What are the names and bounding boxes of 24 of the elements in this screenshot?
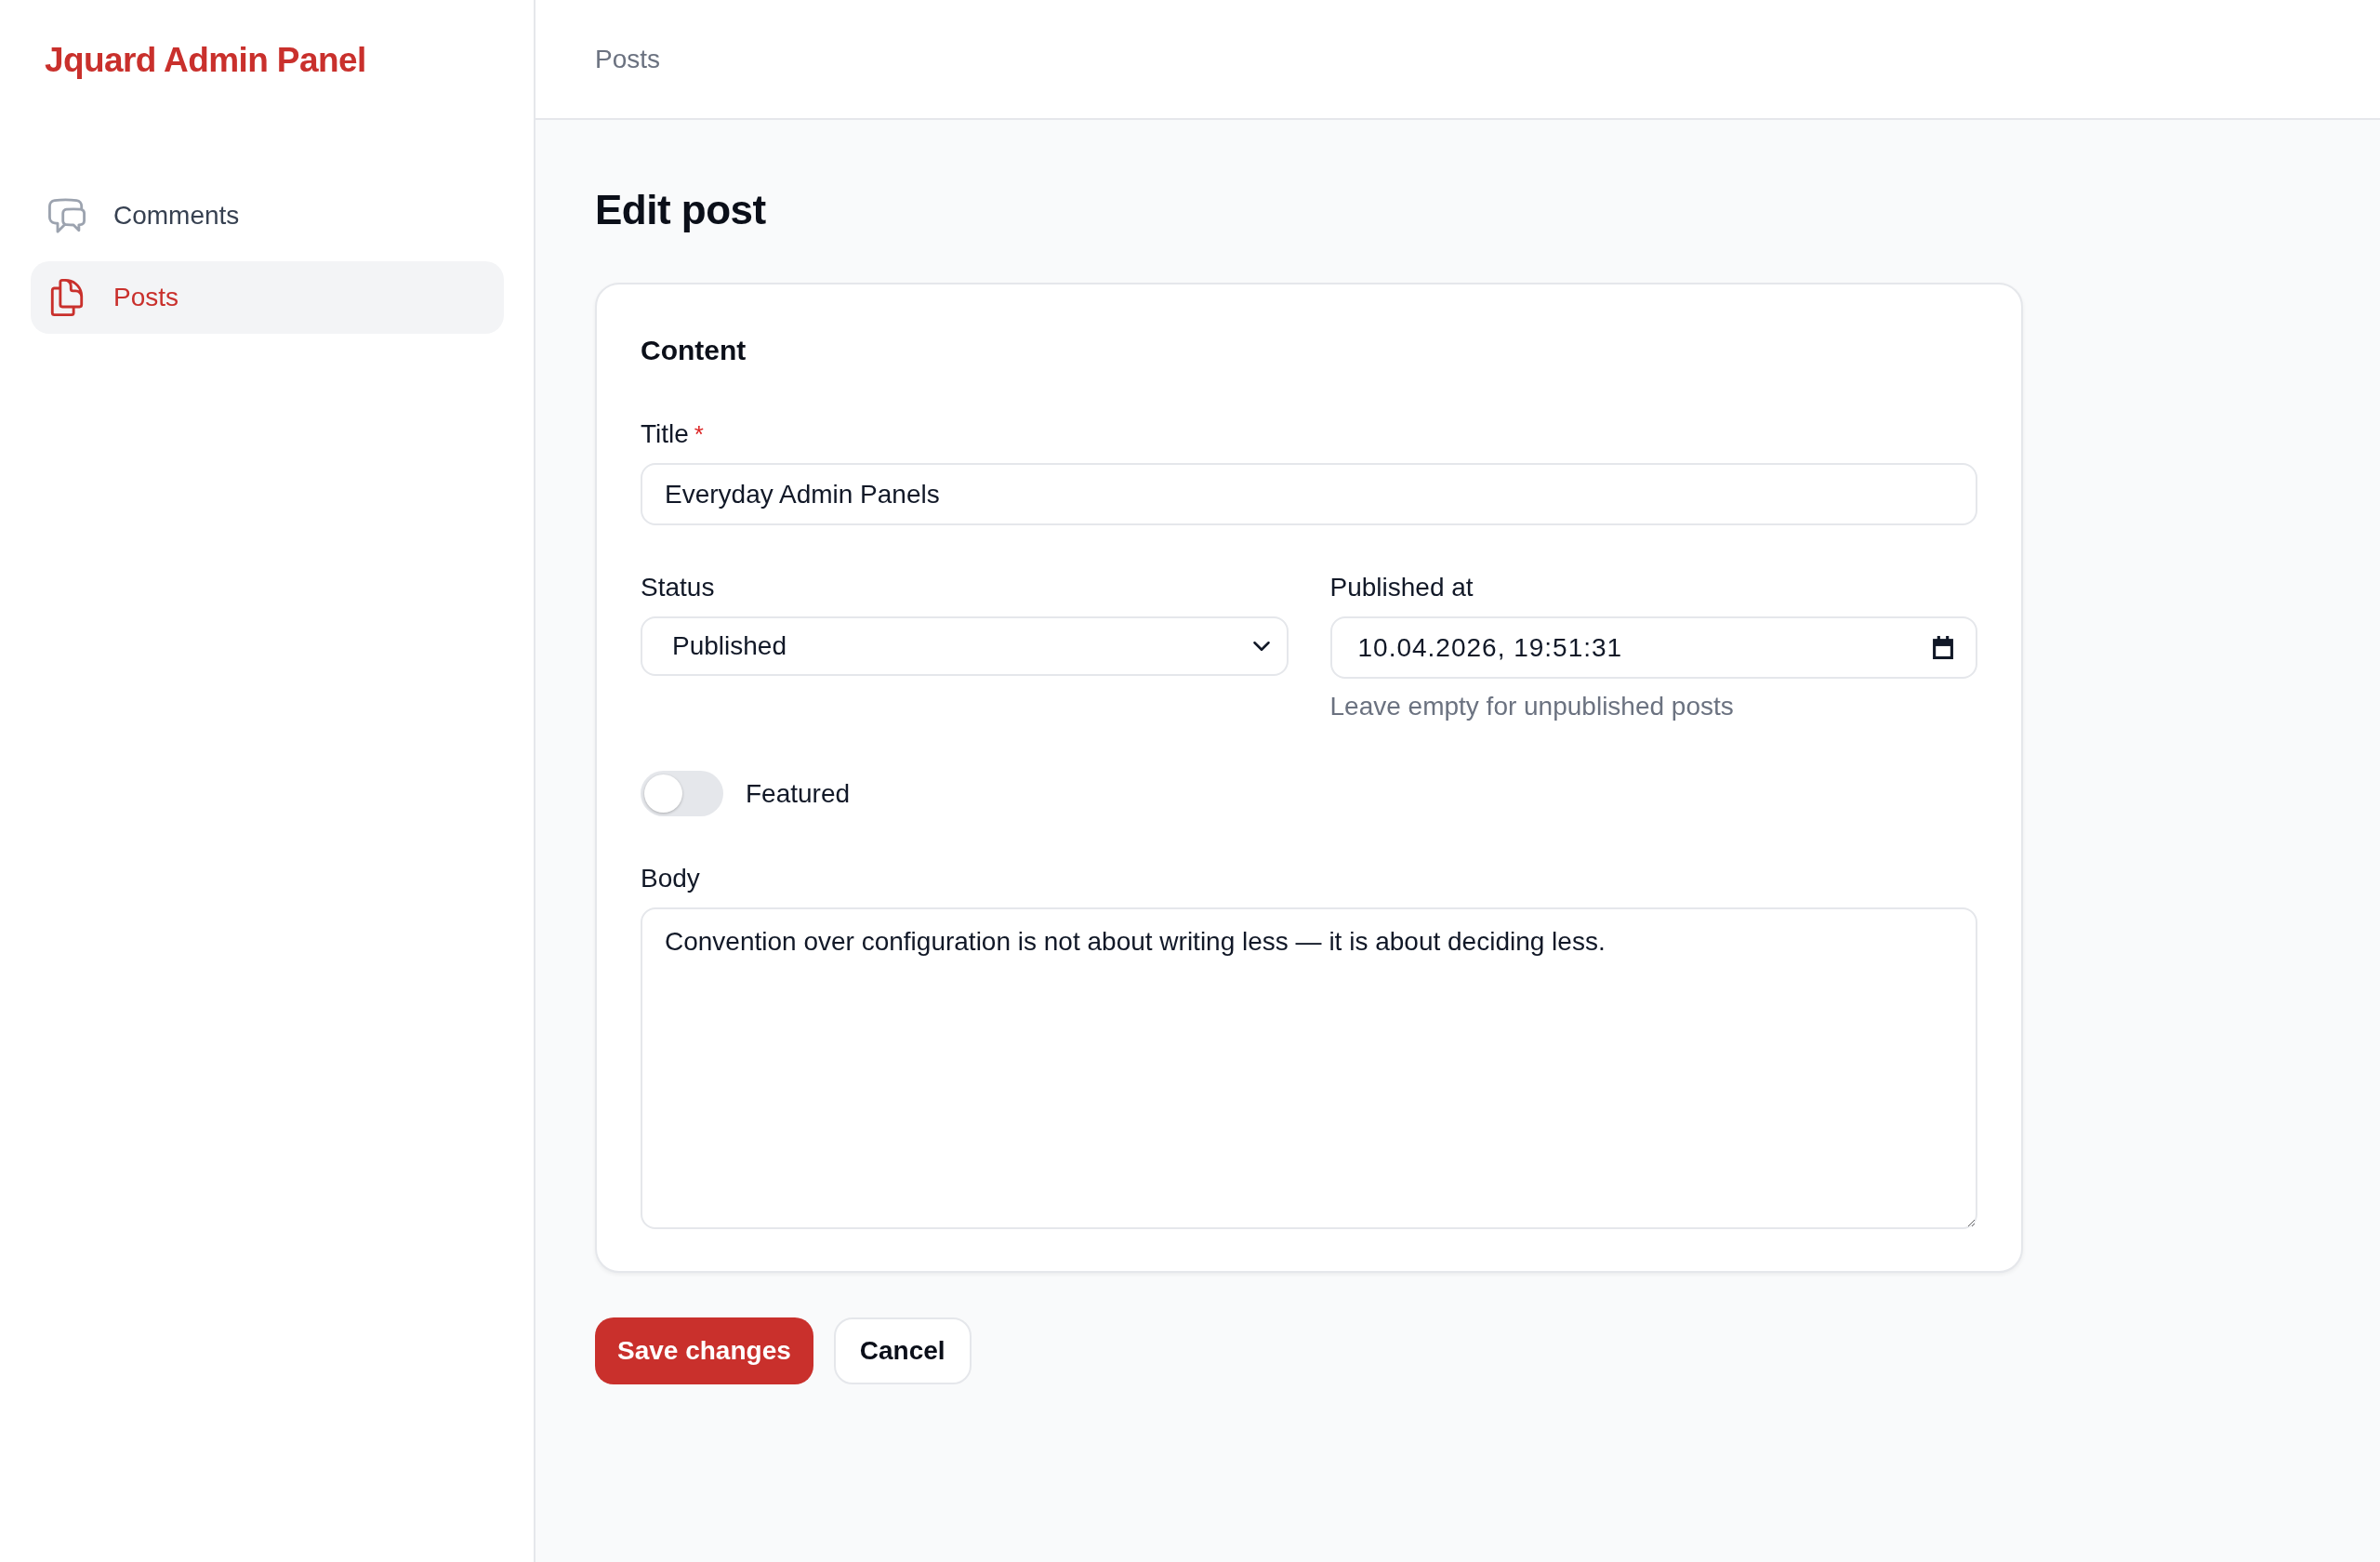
body-textarea[interactable]: Convention over configuration is not about writing less — it is about deciding less.	[641, 907, 1977, 1229]
save-button[interactable]: Save changes	[595, 1317, 813, 1384]
field-label: Body	[641, 863, 701, 894]
breadcrumb-link[interactable]: Posts	[595, 44, 661, 74]
toggle-label: Featured	[746, 778, 851, 809]
cancel-button[interactable]: Cancel	[833, 1317, 972, 1384]
help-text: Leave empty for unpublished posts	[1329, 691, 1735, 722]
sidebar-item[interactable]: Posts	[31, 261, 504, 334]
datetime-field[interactable]: 10.04.2026, 19:51:31	[1329, 616, 1977, 679]
field-label: Title	[641, 418, 689, 450]
title-input[interactable]: Everyday Admin Panels	[641, 463, 1977, 525]
page-title: Edit post	[595, 186, 766, 234]
calendar-icon[interactable]	[1933, 636, 1953, 659]
chat-bubbles-icon	[48, 197, 86, 234]
documents-icon	[48, 279, 86, 316]
section-title: Content	[641, 334, 747, 367]
required-mark: *	[694, 420, 704, 449]
chevron-down-icon	[1252, 642, 1270, 651]
field-label: Published at	[1329, 572, 1474, 603]
status-select[interactable]: Published	[641, 616, 1289, 676]
field-label: Status	[641, 572, 716, 603]
app-logo[interactable]: Jquard Admin Panel	[45, 40, 366, 80]
featured-toggle[interactable]	[641, 771, 723, 816]
sidebar-item[interactable]: Comments	[31, 179, 504, 252]
